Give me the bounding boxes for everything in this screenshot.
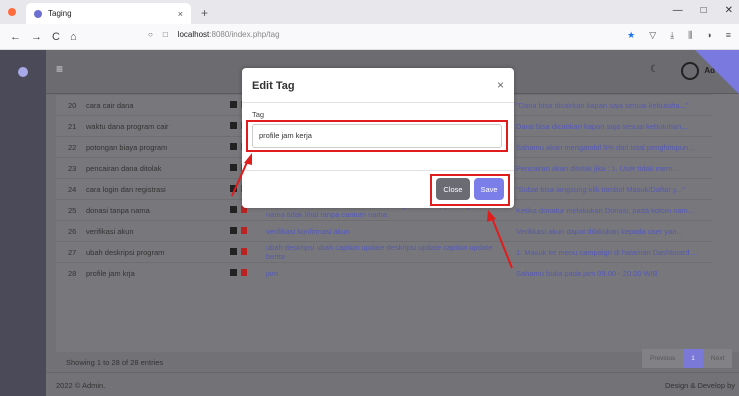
arrow-head-input	[244, 153, 252, 165]
arrow-to-buttons	[491, 217, 513, 269]
arrow-to-input	[231, 159, 249, 197]
annotation-arrows	[231, 153, 513, 269]
arrow-head-buttons	[487, 210, 496, 222]
